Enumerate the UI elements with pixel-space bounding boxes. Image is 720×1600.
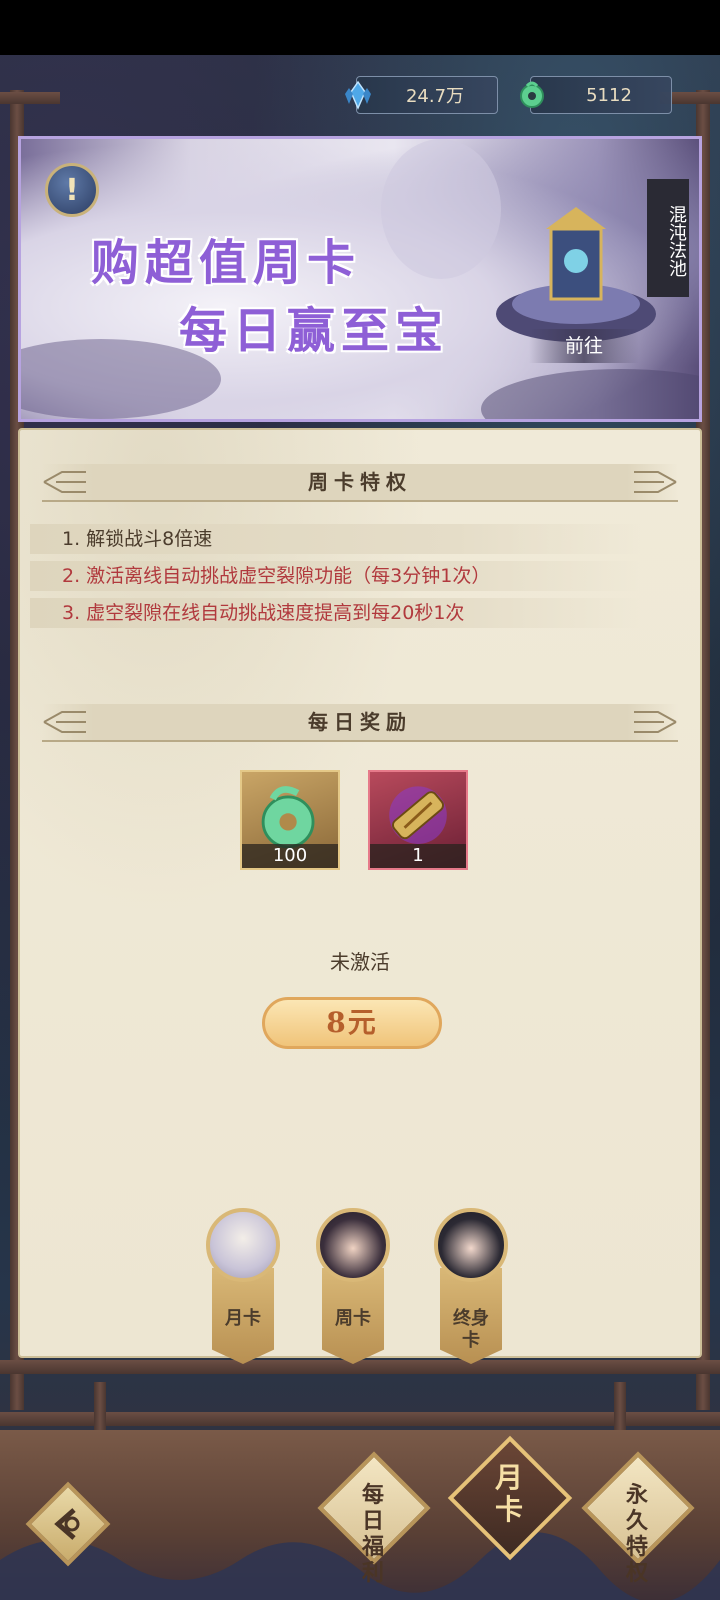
reward-item-scroll[interactable]: 1 bbox=[368, 770, 468, 870]
reward-count: 100 bbox=[242, 844, 338, 868]
privileges-header: 周卡特权 bbox=[42, 464, 678, 502]
privilege-item: 1. 解锁战斗8倍速 bbox=[30, 524, 640, 554]
back-arrow-icon bbox=[54, 1508, 80, 1540]
frame-rail-lower bbox=[0, 1412, 720, 1426]
privilege-item: 3. 虚空裂隙在线自动挑战速度提高到每20秒1次 bbox=[30, 598, 640, 628]
tab-lifetime-card[interactable]: 终身卡 bbox=[426, 1208, 516, 1368]
altar-artwork bbox=[496, 207, 656, 342]
crystal-amount: 24.7万 bbox=[405, 86, 465, 107]
back-button[interactable] bbox=[25, 1481, 111, 1567]
location-label: 混沌法池 bbox=[647, 179, 689, 297]
nav-label: 每日福利 bbox=[361, 1482, 386, 1586]
reward-item-jade[interactable]: 100 bbox=[240, 770, 340, 870]
privilege-item: 2. 激活离线自动挑战虚空裂隙功能（每3分钟1次） bbox=[30, 561, 640, 591]
avatar bbox=[434, 1208, 508, 1282]
tab-weekly-card[interactable]: 周卡 bbox=[308, 1208, 398, 1368]
nav-label: 月卡 bbox=[494, 1461, 525, 1526]
tab-label: 周卡 bbox=[335, 1308, 371, 1329]
jade-icon bbox=[520, 81, 544, 108]
crystal-icon bbox=[345, 80, 371, 110]
promo-banner: ! 购超值周卡 每日赢至宝 混沌法池 前往 bbox=[18, 136, 702, 422]
right-ornament-icon bbox=[634, 471, 677, 493]
frame-beam-top bbox=[0, 92, 60, 104]
tab-monthly-card[interactable]: 月卡 bbox=[198, 1208, 288, 1368]
reward-count: 1 bbox=[370, 844, 466, 868]
status-bar bbox=[0, 0, 720, 55]
banner-title-line1: 购超值周卡 bbox=[91, 235, 362, 291]
banner-title-line2: 每日赢至宝 bbox=[179, 303, 450, 359]
tab-label: 终身卡 bbox=[453, 1308, 489, 1351]
left-ornament-icon bbox=[43, 711, 86, 733]
activation-status: 未激活 bbox=[330, 950, 390, 974]
avatar bbox=[206, 1208, 280, 1282]
purchase-button[interactable]: 8元 bbox=[262, 997, 442, 1049]
right-ornament-icon bbox=[634, 711, 677, 733]
info-button[interactable]: ! bbox=[45, 163, 99, 217]
privileges-title: 周卡特权 bbox=[308, 470, 412, 494]
goto-button[interactable]: 前往 bbox=[529, 329, 639, 363]
jade-currency[interactable]: 5112 bbox=[520, 76, 672, 114]
nav-permanent-privilege[interactable]: 永久特权 bbox=[581, 1451, 695, 1586]
tab-label: 月卡 bbox=[225, 1308, 261, 1329]
rewards-header: 每日奖励 bbox=[42, 704, 678, 742]
nav-label: 永久特权 bbox=[625, 1482, 650, 1586]
jade-amount: 5112 bbox=[586, 84, 632, 106]
avatar bbox=[316, 1208, 390, 1282]
nav-monthly-card[interactable]: 月卡 bbox=[447, 1435, 573, 1561]
crystal-currency[interactable]: 24.7万 bbox=[345, 76, 498, 114]
nav-daily-welfare[interactable]: 每日福利 bbox=[317, 1451, 431, 1586]
rewards-title: 每日奖励 bbox=[308, 710, 412, 734]
left-ornament-icon bbox=[43, 471, 86, 493]
